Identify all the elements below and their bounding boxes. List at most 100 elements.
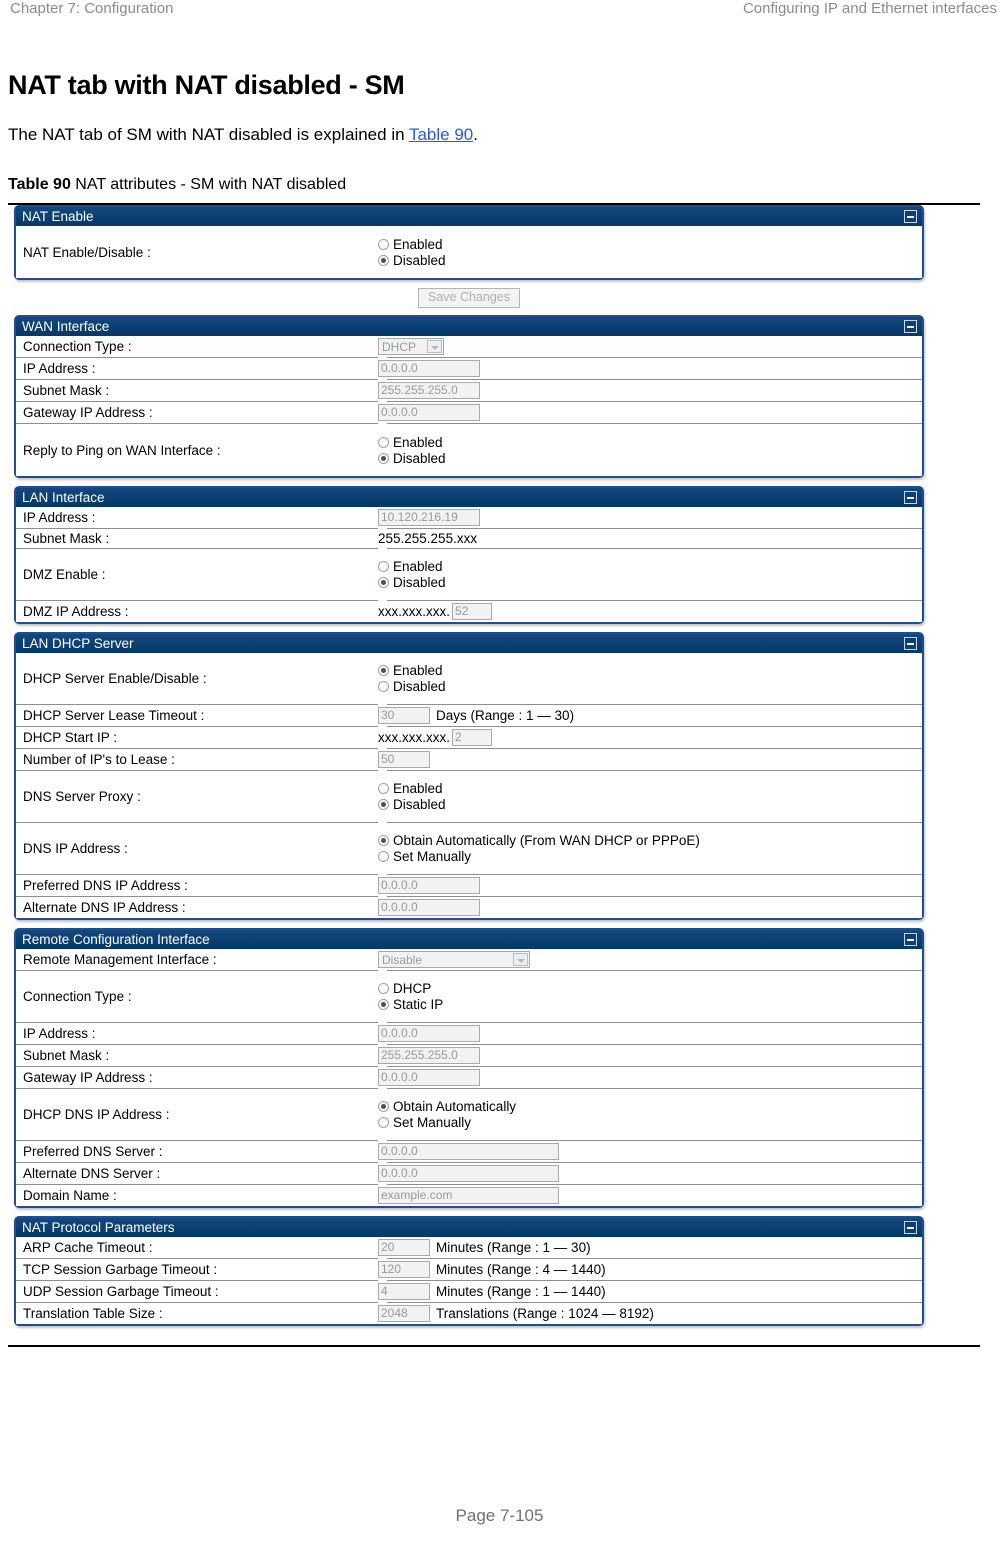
radio-button-icon[interactable] — [378, 238, 389, 250]
field-label-ip-address: IP Address : — [23, 1026, 96, 1041]
table-row: NAT Enable/Disable : Enabled Disabled — [16, 226, 922, 278]
input-gateway-ip-address[interactable]: 0.0.0.0 — [378, 1069, 480, 1086]
radio-button-icon[interactable] — [378, 452, 389, 464]
field-unit-text: Days (Range : 1 — 30) — [436, 708, 575, 723]
input-translation-table-size[interactable]: 2048 — [378, 1305, 430, 1322]
radio-button-icon[interactable] — [378, 999, 389, 1010]
table-90-link[interactable]: Table 90 — [409, 125, 473, 144]
page-footer: Page 7-105 — [455, 1506, 544, 1525]
field-label-dhcp-start-ip: DHCP Start IP : — [23, 730, 118, 745]
intro-text-after: . — [473, 125, 478, 144]
input-ip-address[interactable]: 0.0.0.0 — [378, 1025, 480, 1042]
minus-box-icon[interactable] — [904, 637, 917, 650]
radio-button-icon[interactable] — [378, 835, 389, 846]
minus-box-icon[interactable] — [904, 933, 917, 946]
radio-button-icon[interactable] — [378, 681, 389, 692]
page-title: NAT tab with NAT disabled - SM — [8, 70, 405, 100]
radio-option-enabled[interactable]: Enabled — [378, 435, 446, 450]
radio-button-icon[interactable] — [378, 577, 389, 588]
field-label-arp-cache-timeout: ARP Cache Timeout : — [23, 1240, 153, 1255]
radio-button-icon[interactable] — [378, 783, 389, 794]
radio-button-icon[interactable] — [378, 1117, 389, 1128]
radio-option-set-manually[interactable]: Set Manually — [378, 1115, 516, 1130]
radio-option-obtain-automatically-from-wan-dhcp-or-pppoe[interactable]: Obtain Automatically (From WAN DHCP or P… — [378, 833, 700, 848]
radio-option-disabled[interactable]: Disabled — [378, 797, 446, 812]
input-preferred-dns-server[interactable]: 0.0.0.0 — [378, 1143, 559, 1160]
input-gateway-ip-address[interactable]: 0.0.0.0 — [378, 404, 480, 421]
field-label-subnet-mask: Subnet Mask : — [23, 1048, 110, 1063]
minus-box-icon[interactable] — [904, 210, 917, 223]
input-domain-name[interactable]: example.com — [378, 1187, 559, 1204]
minus-box-icon[interactable] — [904, 320, 917, 333]
input-udp-session-garbage-timeout[interactable]: 4 — [378, 1283, 430, 1300]
input-number-of-ip-s-to-lease[interactable]: 50 — [378, 751, 430, 768]
input-dhcp-server-lease-timeout[interactable]: 30 — [378, 707, 430, 724]
table-row: IP Address : 0.0.0.0 — [16, 358, 922, 380]
table-row: Alternate DNS Server : 0.0.0.0 — [16, 1163, 922, 1185]
field-label-dhcp-server-enable-disable: DHCP Server Enable/Disable : — [23, 671, 207, 686]
radio-button-icon[interactable] — [378, 1101, 389, 1112]
radio-option-enabled[interactable]: Enabled — [378, 781, 446, 796]
field-label-tcp-session-garbage-timeout: TCP Session Garbage Timeout : — [23, 1262, 218, 1277]
radio-option-set-manually[interactable]: Set Manually — [378, 849, 700, 864]
panel-header-lan-dhcp-server: LAN DHCP Server — [16, 634, 922, 653]
radio-option-label: Enabled — [393, 434, 443, 450]
panel-title: LAN DHCP Server — [22, 636, 134, 651]
radio-option-disabled[interactable]: Disabled — [378, 253, 446, 268]
input-ip-address[interactable]: 0.0.0.0 — [378, 360, 480, 377]
input-subnet-mask[interactable]: 255.255.255.0 — [378, 1047, 480, 1064]
table-row: DHCP Server Lease Timeout : 30 Days (Range… — [16, 705, 922, 727]
radio-option-dhcp[interactable]: DHCP — [378, 981, 443, 996]
chevron-down-icon[interactable] — [427, 340, 442, 353]
input-alternate-dns-ip-address[interactable]: 0.0.0.0 — [378, 899, 480, 916]
input-subnet-mask[interactable]: 255.255.255.0 — [378, 382, 480, 399]
input-arp-cache-timeout[interactable]: 20 — [378, 1239, 430, 1256]
chevron-down-icon[interactable] — [513, 953, 528, 966]
radio-option-enabled[interactable]: Enabled — [378, 559, 446, 574]
save-changes-button[interactable]: Save Changes — [417, 288, 520, 308]
field-label-dmz-ip-address: DMZ IP Address : — [23, 604, 129, 619]
radio-button-icon[interactable] — [378, 851, 389, 862]
radio-option-disabled[interactable]: Disabled — [378, 679, 446, 694]
nat-configuration-screenshot: NAT Enable NAT Enable/Disable : Enabled Dis… — [14, 205, 924, 1326]
field-value-connection-type: DHCP Static IP — [378, 979, 922, 1014]
input-preferred-dns-ip-address[interactable]: 0.0.0.0 — [378, 877, 480, 894]
table-row: Domain Name : example.com — [16, 1185, 922, 1206]
radio-option-disabled[interactable]: Disabled — [378, 451, 446, 466]
field-value-preferred-dns-ip-address: 0.0.0.0 — [378, 875, 922, 896]
minus-box-icon[interactable] — [904, 1221, 917, 1234]
radio-option-obtain-automatically[interactable]: Obtain Automatically — [378, 1099, 516, 1114]
radio-button-icon[interactable] — [378, 436, 389, 448]
radio-option-static-ip[interactable]: Static IP — [378, 997, 443, 1012]
table-row: ARP Cache Timeout : 20 Minutes (Range : 1 … — [16, 1237, 922, 1259]
field-label-alternate-dns-ip-address: Alternate DNS IP Address : — [23, 900, 186, 915]
radio-option-label: Disabled — [393, 575, 446, 590]
select-connection-type[interactable]: DHCP — [378, 338, 444, 355]
panel-title: WAN Interface — [22, 319, 110, 334]
radio-option-enabled[interactable]: Enabled — [378, 663, 446, 678]
radio-button-icon[interactable] — [378, 665, 389, 676]
radio-option-enabled[interactable]: Enabled — [378, 237, 446, 252]
radio-button-icon[interactable] — [378, 983, 389, 994]
input-alternate-dns-server[interactable]: 0.0.0.0 — [378, 1165, 559, 1182]
table-row: DMZ Enable : Enabled Disabled — [16, 549, 922, 601]
radio-button-icon[interactable] — [378, 254, 389, 266]
table-row: DNS IP Address : Obtain Automatically (Fr… — [16, 823, 922, 875]
field-label-reply-to-ping-on-wan-interface: Reply to Ping on WAN Interface : — [23, 442, 221, 458]
radio-button-icon[interactable] — [378, 561, 389, 572]
field-label-connection-type: Connection Type : — [23, 989, 132, 1004]
input-dhcp-start-ip[interactable]: 2 — [452, 729, 493, 746]
field-value-dns-server-proxy: Enabled Disabled — [378, 779, 922, 814]
input-tcp-session-garbage-timeout[interactable]: 120 — [378, 1261, 430, 1278]
static-value-text: 255.255.255.xxx — [378, 531, 478, 546]
input-ip-address[interactable]: 10.120.216.19 — [378, 509, 480, 526]
radio-group-dhcp-server-enable-disable: Enabled Disabled — [378, 663, 446, 694]
select-remote-management-interface[interactable]: Disable — [378, 951, 530, 968]
table-row: Connection Type : DHCP Static IP — [16, 971, 922, 1023]
radio-option-label: Set Manually — [393, 849, 472, 864]
radio-button-icon[interactable] — [378, 799, 389, 810]
panel-header-remote-configuration-interface: Remote Configuration Interface — [16, 930, 922, 949]
radio-option-disabled[interactable]: Disabled — [378, 575, 446, 590]
input-dmz-ip-address[interactable]: 52 — [452, 603, 493, 620]
minus-box-icon[interactable] — [904, 491, 917, 504]
